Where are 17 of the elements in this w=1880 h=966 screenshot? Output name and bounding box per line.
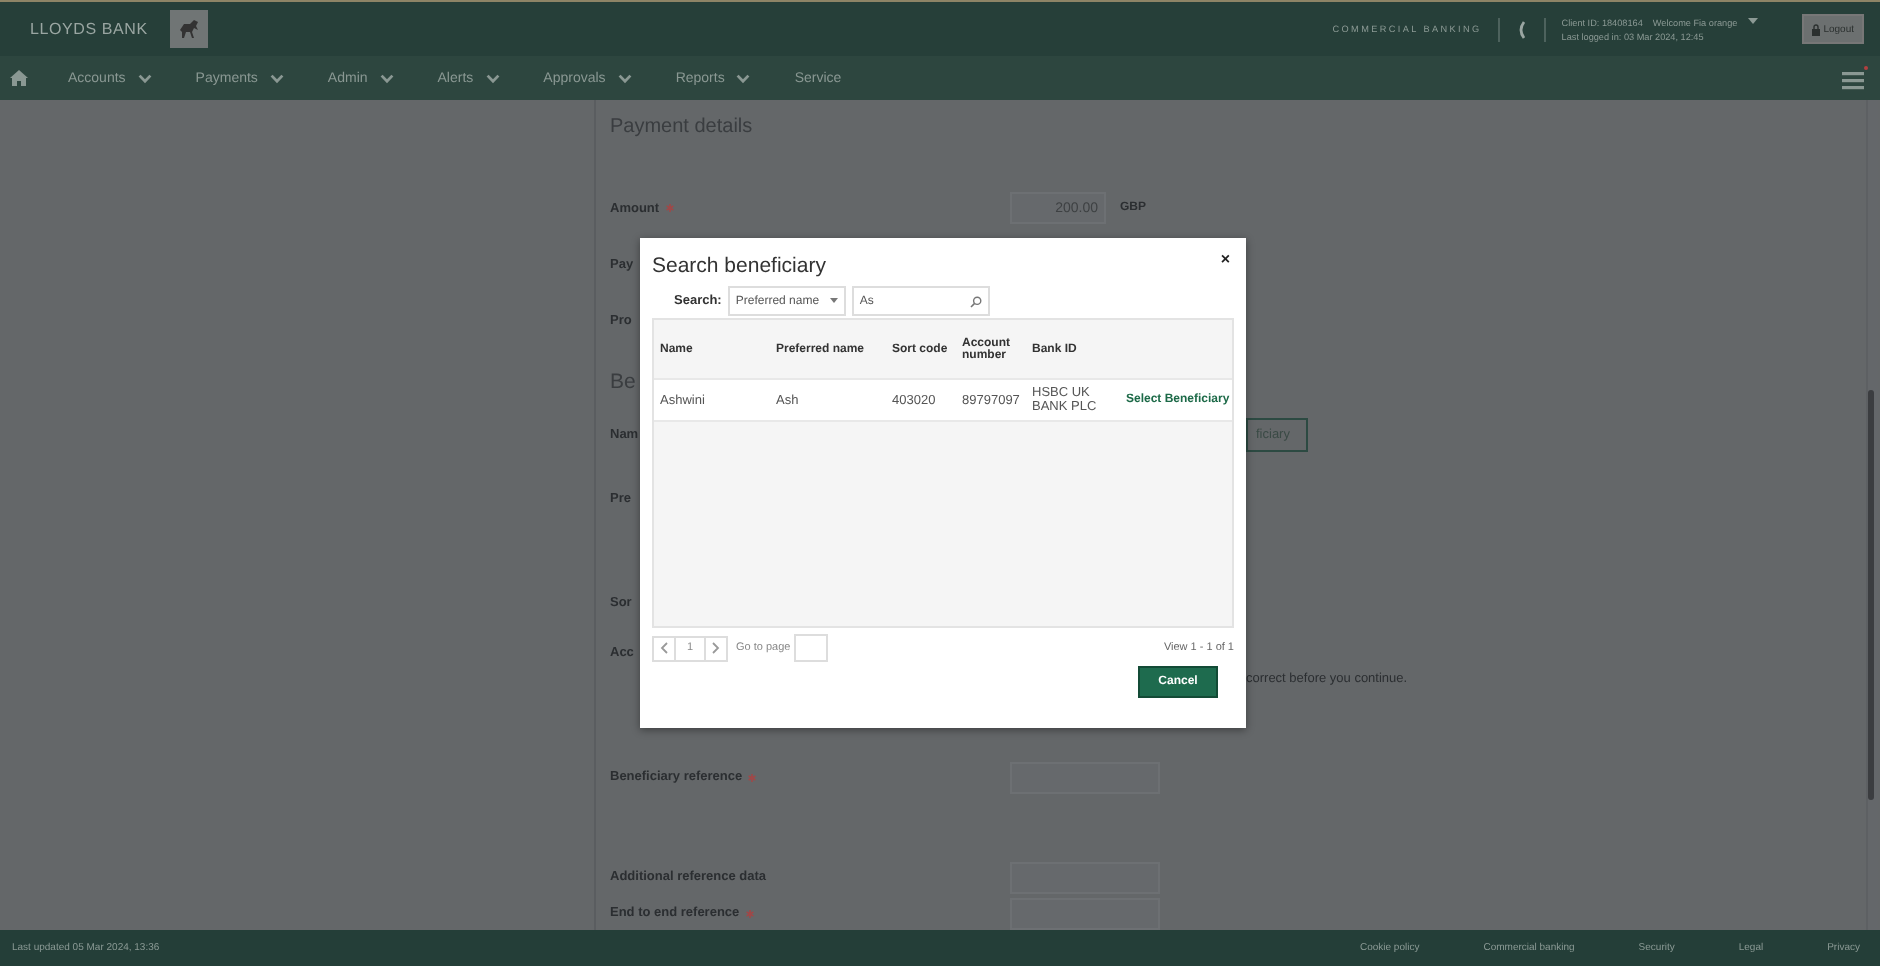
chevron-right-icon (712, 642, 720, 654)
horse-logo-icon (169, 10, 208, 48)
close-button[interactable]: × (1216, 250, 1234, 268)
input-field[interactable] (1010, 897, 1160, 930)
previous-page-button[interactable] (652, 635, 676, 661)
menu-icon[interactable] (1840, 66, 1868, 90)
dialog-title: Search beneficiary (652, 254, 826, 278)
scrollbar[interactable] (1866, 100, 1878, 930)
caret-icon[interactable] (1747, 18, 1758, 26)
page-input-field[interactable] (794, 634, 829, 662)
home-icon[interactable] (10, 70, 28, 86)
next-page-button[interactable] (704, 635, 728, 661)
chevron-left-icon (660, 642, 668, 654)
search-icon[interactable] (969, 295, 982, 307)
bank-name: LLOYDS BANK (30, 20, 148, 38)
lock-icon (1811, 23, 1820, 35)
caret-icon (829, 298, 838, 304)
